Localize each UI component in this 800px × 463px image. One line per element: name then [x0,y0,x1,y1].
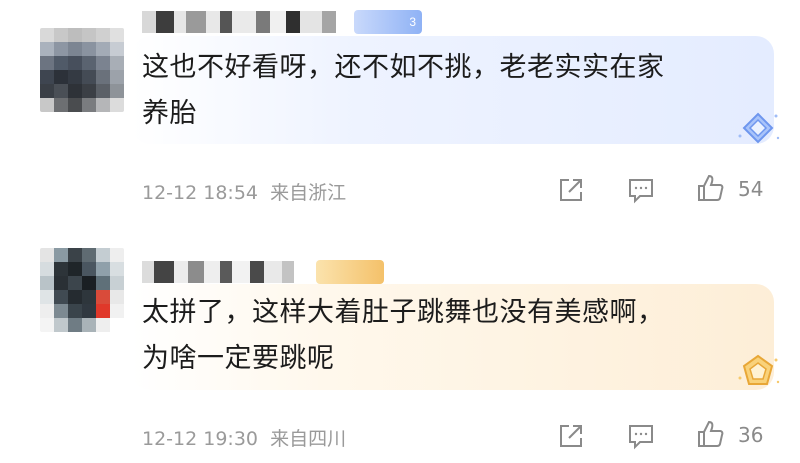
timestamp: 12-12 19:30 [142,428,259,450]
comment-icon[interactable] [626,421,656,451]
avatar[interactable] [40,248,124,332]
location: 来自四川 [270,428,347,450]
comment-text[interactable]: 太拼了，这样大着肚子跳舞也没有美感啊， 为啥一定要跳呢 [142,290,742,382]
like-count: 36 [738,423,764,447]
comment-meta: 12-12 19:30 来自四川 [142,424,346,451]
like-icon[interactable] [695,419,725,449]
level-badge [316,260,384,284]
share-icon[interactable] [556,421,586,451]
pentagon-badge-icon [738,354,780,385]
username[interactable] [142,260,312,284]
comment-item: 太拼了，这样大着肚子跳舞也没有美感啊， 为啥一定要跳呢 12-12 19:30 … [0,0,800,450]
